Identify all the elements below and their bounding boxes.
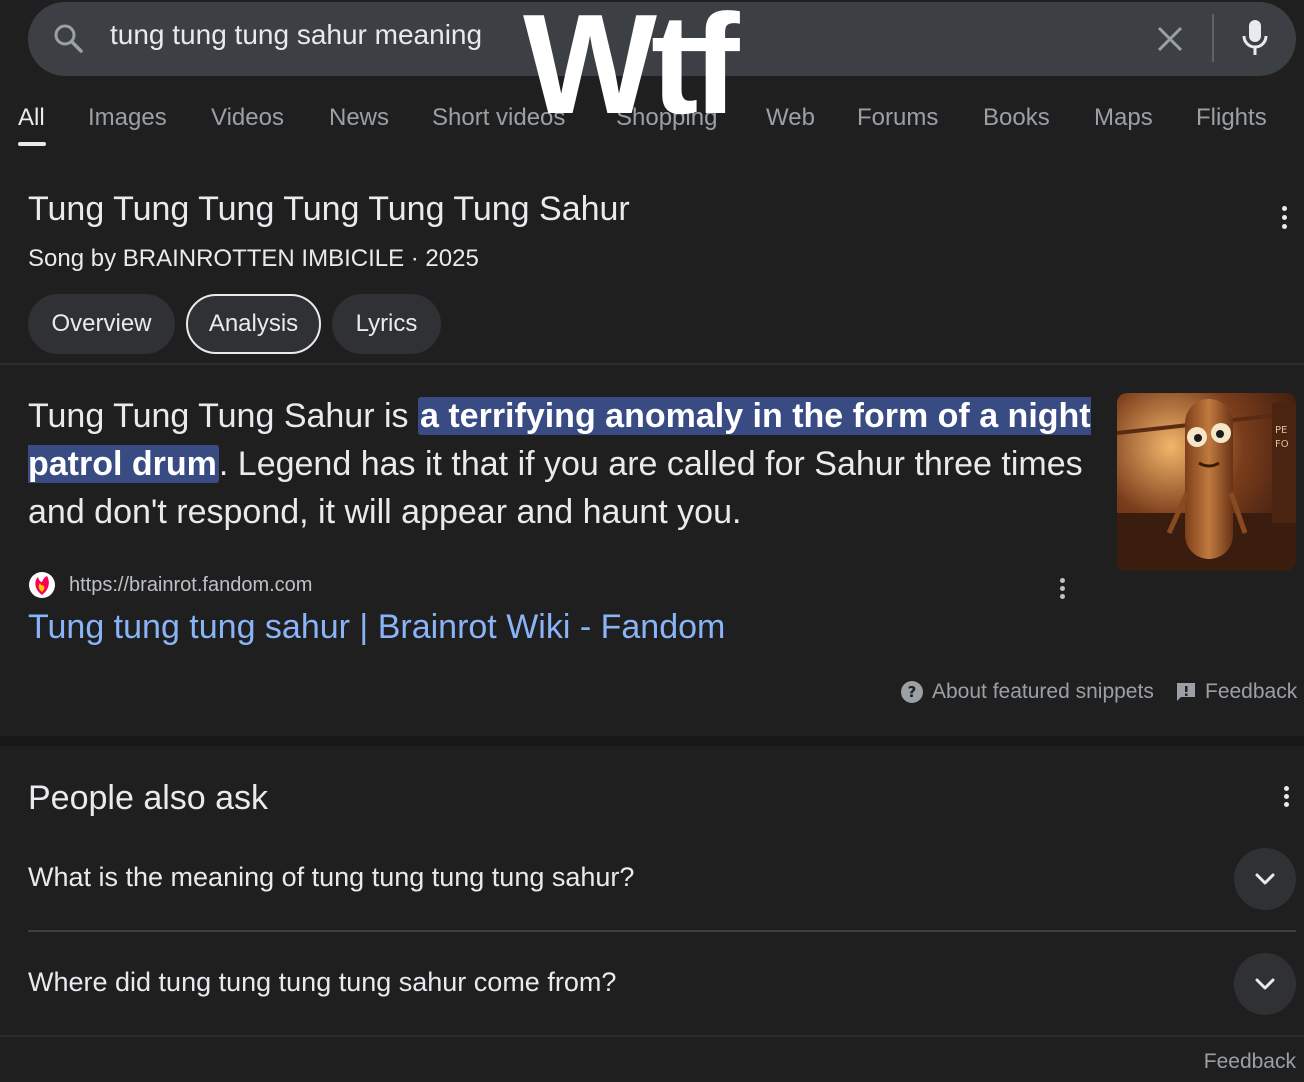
paa-question[interactable]: What is the meaning of tung tung tung tu… bbox=[28, 862, 634, 893]
svg-text:FO: FO bbox=[1275, 439, 1289, 450]
tab-flights[interactable]: Flights bbox=[1196, 104, 1267, 132]
chip-lyrics[interactable]: Lyrics bbox=[332, 294, 441, 354]
feedback-label: Feedback bbox=[1205, 680, 1298, 703]
tab-maps[interactable]: Maps bbox=[1094, 104, 1153, 132]
section-divider bbox=[0, 363, 1304, 365]
tab-news[interactable]: News bbox=[329, 104, 389, 132]
microphone-icon[interactable] bbox=[1238, 18, 1272, 58]
snippet-prefix: Tung Tung Tung Sahur is bbox=[28, 397, 418, 435]
svg-text:PE: PE bbox=[1275, 425, 1287, 436]
tab-videos[interactable]: Videos bbox=[211, 104, 284, 132]
knowledge-card-subtitle: Song by BRAINROTTEN IMBICILE · 2025 bbox=[28, 245, 479, 272]
paa-divider bbox=[28, 930, 1296, 932]
expand-question-button[interactable] bbox=[1234, 848, 1296, 910]
fandom-favicon-icon bbox=[29, 572, 55, 598]
overlay-caption: Wtf bbox=[523, 0, 740, 144]
close-icon[interactable] bbox=[1153, 22, 1187, 56]
tab-books[interactable]: Books bbox=[983, 104, 1050, 132]
more-options-icon[interactable] bbox=[1280, 206, 1288, 230]
result-link-title[interactable]: Tung tung tung sahur | Brainrot Wiki - F… bbox=[28, 608, 725, 647]
chevron-down-icon bbox=[1255, 978, 1275, 990]
section-divider bbox=[0, 1035, 1304, 1037]
search-divider bbox=[1212, 14, 1214, 62]
tab-web[interactable]: Web bbox=[766, 104, 815, 132]
feedback-link[interactable]: Feedback bbox=[1175, 680, 1297, 704]
about-featured-snippets-label: About featured snippets bbox=[932, 680, 1154, 703]
expand-question-button[interactable] bbox=[1234, 953, 1296, 1015]
feedback-icon bbox=[1177, 683, 1195, 701]
tab-forums[interactable]: Forums bbox=[857, 104, 938, 132]
people-also-ask-title: People also ask bbox=[28, 779, 269, 817]
paa-options-icon[interactable] bbox=[1282, 786, 1290, 810]
search-input[interactable]: tung tung tung sahur meaning bbox=[110, 19, 482, 51]
knowledge-card-title: Tung Tung Tung Tung Tung Tung Sahur bbox=[28, 190, 630, 228]
search-icon[interactable] bbox=[52, 22, 84, 54]
active-tab-indicator bbox=[18, 142, 46, 146]
help-icon: ? bbox=[901, 681, 923, 703]
paa-question[interactable]: Where did tung tung tung tung sahur come… bbox=[28, 967, 616, 998]
bottom-feedback-link[interactable]: Feedback bbox=[1204, 1050, 1296, 1074]
source-url[interactable]: https://brainrot.fandom.com bbox=[69, 574, 312, 597]
snippet-thumbnail-image[interactable]: PE FO bbox=[1117, 393, 1296, 571]
tab-images[interactable]: Images bbox=[88, 104, 167, 132]
svg-text:?: ? bbox=[908, 683, 917, 701]
chevron-down-icon bbox=[1255, 873, 1275, 885]
tab-all[interactable]: All bbox=[18, 104, 45, 132]
chip-analysis[interactable]: Analysis bbox=[186, 294, 321, 354]
featured-snippet-text: Tung Tung Tung Sahur is a terrifying ano… bbox=[28, 392, 1098, 536]
chip-overview[interactable]: Overview bbox=[28, 294, 175, 354]
result-options-icon[interactable] bbox=[1058, 578, 1066, 602]
about-featured-snippets-link[interactable]: ? About featured snippets bbox=[900, 680, 1154, 704]
section-divider-thick bbox=[0, 736, 1304, 746]
